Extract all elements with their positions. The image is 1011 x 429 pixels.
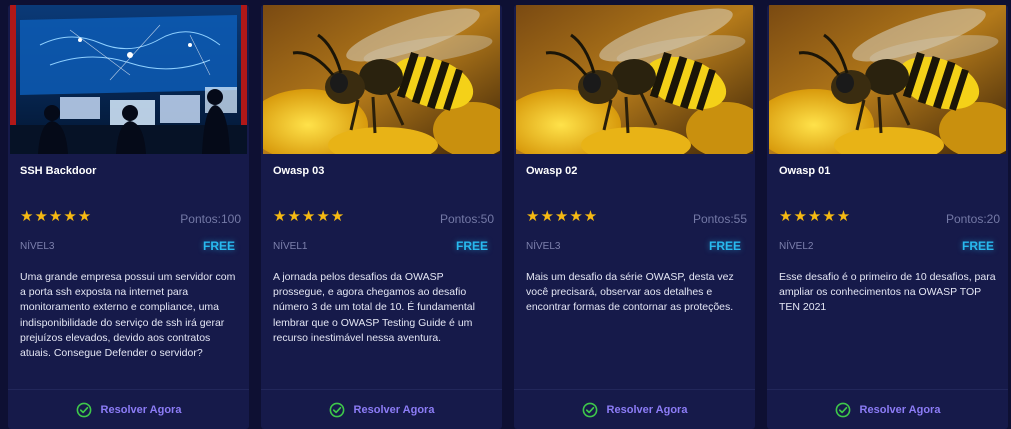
solve-now-label: Resolver Agora bbox=[100, 403, 182, 416]
wasp-image bbox=[769, 5, 1006, 154]
level-label: NÍVEL3 bbox=[526, 241, 561, 252]
star-rating: ★★★★★ bbox=[779, 208, 852, 225]
free-badge: FREE bbox=[455, 239, 488, 253]
free-badge: FREE bbox=[961, 239, 994, 253]
star-rating: ★★★★★ bbox=[526, 208, 599, 225]
check-circle-icon bbox=[835, 402, 850, 417]
wasp-image bbox=[516, 5, 753, 154]
card-description: Esse desafio é o primeiro de 10 desafios… bbox=[779, 271, 996, 314]
challenge-grid: SSH Backdoor ★★★★★ Pontos:100 NÍVEL3 FRE… bbox=[0, 0, 1011, 429]
points-label: Pontos:55 bbox=[692, 212, 747, 226]
card-title: Owasp 02 bbox=[526, 165, 578, 177]
level-label: NÍVEL3 bbox=[20, 241, 55, 252]
star-rating: ★★★★★ bbox=[273, 208, 346, 225]
solve-now-label: Resolver Agora bbox=[606, 403, 688, 416]
solve-now-button[interactable]: Resolver Agora bbox=[8, 389, 249, 429]
card-title: Owasp 03 bbox=[273, 165, 325, 177]
level-label: NÍVEL2 bbox=[779, 241, 814, 252]
challenge-card[interactable]: Owasp 02 ★★★★★ Pontos:55 NÍVEL3 FREE Mai… bbox=[514, 5, 755, 429]
challenge-card[interactable]: Owasp 01 ★★★★★ Pontos:20 NÍVEL2 FREE Ess… bbox=[767, 5, 1008, 429]
card-description: A jornada pelos desafios da OWASP prosse… bbox=[273, 271, 475, 344]
solve-now-button[interactable]: Resolver Agora bbox=[261, 389, 502, 429]
free-badge: FREE bbox=[202, 239, 235, 253]
check-circle-icon bbox=[76, 402, 91, 417]
check-circle-icon bbox=[329, 402, 344, 417]
solve-now-button[interactable]: Resolver Agora bbox=[767, 389, 1008, 429]
free-badge: FREE bbox=[708, 239, 741, 253]
solve-now-label: Resolver Agora bbox=[859, 403, 941, 416]
solve-now-button[interactable]: Resolver Agora bbox=[514, 389, 755, 429]
card-description: Uma grande empresa possui um servidor co… bbox=[20, 271, 236, 360]
points-label: Pontos:20 bbox=[945, 212, 1000, 226]
card-description: Mais um desafio da série OWASP, desta ve… bbox=[526, 271, 734, 314]
solve-now-label: Resolver Agora bbox=[353, 403, 435, 416]
card-title: Owasp 01 bbox=[779, 165, 831, 177]
wasp-image bbox=[263, 5, 500, 154]
challenge-card[interactable]: SSH Backdoor ★★★★★ Pontos:100 NÍVEL3 FRE… bbox=[8, 5, 249, 429]
check-circle-icon bbox=[582, 402, 597, 417]
card-title: SSH Backdoor bbox=[20, 165, 97, 177]
points-label: Pontos:100 bbox=[180, 212, 241, 226]
points-label: Pontos:50 bbox=[439, 212, 494, 226]
challenge-card[interactable]: Owasp 03 ★★★★★ Pontos:50 NÍVEL1 FREE A j… bbox=[261, 5, 502, 429]
level-label: NÍVEL1 bbox=[273, 241, 308, 252]
star-rating: ★★★★★ bbox=[20, 208, 93, 225]
control-room-image bbox=[10, 5, 247, 154]
